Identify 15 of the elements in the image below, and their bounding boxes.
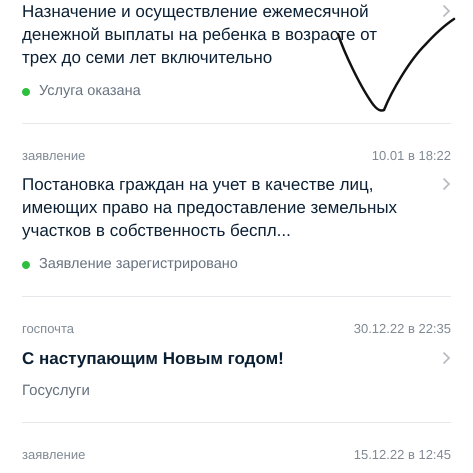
chevron-icon <box>442 4 451 18</box>
date-label: 10.01 в 18:22 <box>372 146 451 165</box>
category-label: госпочта <box>22 320 74 338</box>
item-title[interactable]: Назначение и осуществление ежемесячной денежной выплаты на ребенка в возрасте от трех до семи лет включительно <box>22 0 406 69</box>
category-label: заявление <box>22 446 86 464</box>
chevron-icon <box>442 177 451 192</box>
item-title[interactable]: С наступающим Новым годом! <box>22 346 284 370</box>
chevron-icon <box>442 350 451 364</box>
item-title[interactable]: Постановка граждан на учет в качестве лиц, имеющих право на предоставление земельных участков в собственность беспл... <box>22 173 406 242</box>
date-label: 15.12.22 в 12:45 <box>354 446 451 464</box>
date-label: 30.12.22 в 22:35 <box>354 320 451 338</box>
status-text: Услуга оказана <box>39 82 141 101</box>
category-label: заявление <box>22 146 86 165</box>
sender-name: Госуслуги <box>22 380 91 400</box>
status-text: Заявление зарегистрировано <box>39 255 238 274</box>
